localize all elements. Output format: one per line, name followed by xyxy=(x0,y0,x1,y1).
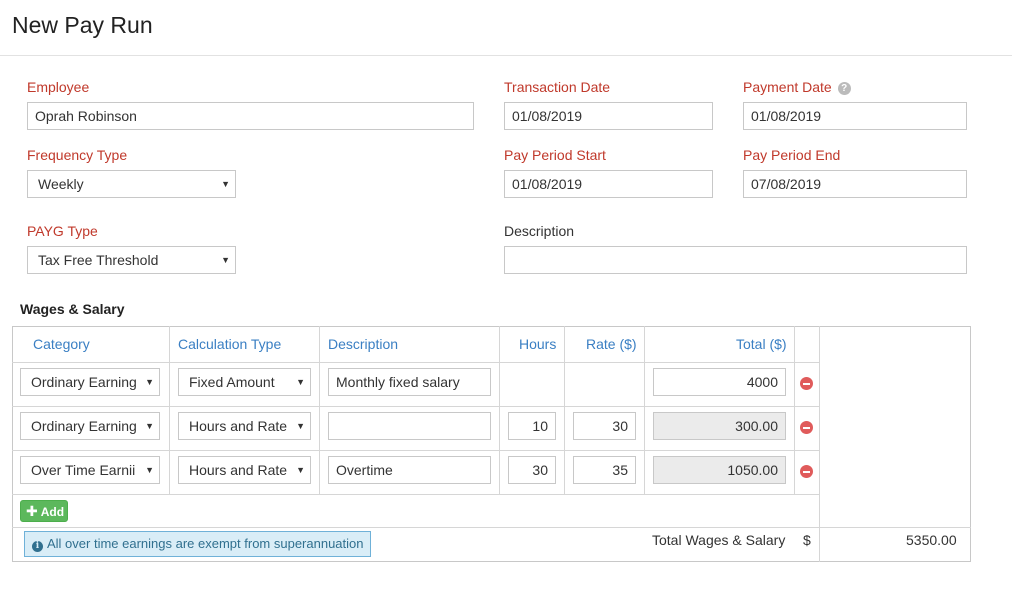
row-divider xyxy=(12,362,820,363)
column-header-hours: Hours xyxy=(519,336,557,352)
frequency-type-label: Frequency Type xyxy=(27,147,128,163)
total-readonly: 1050.00 xyxy=(653,456,786,484)
chevron-down-icon: ▼ xyxy=(296,465,305,475)
wages-section-title: Wages & Salary xyxy=(20,301,125,317)
calculation-type-value: Hours and Rate xyxy=(189,462,288,478)
payg-type-value: Tax Free Threshold xyxy=(38,252,159,268)
minus-circle-icon[interactable] xyxy=(800,421,813,434)
frequency-type-value: Weekly xyxy=(38,176,84,192)
info-circle-icon: i xyxy=(32,541,43,552)
chevron-down-icon: ▼ xyxy=(145,421,154,431)
table-border-bottom xyxy=(12,561,971,562)
pay-period-start-label: Pay Period Start xyxy=(504,147,606,163)
payg-type-select[interactable]: Tax Free Threshold ▼ xyxy=(27,246,236,274)
question-circle-icon[interactable]: ? xyxy=(837,82,851,95)
pay-period-start-input[interactable]: 01/08/2019 xyxy=(504,170,713,198)
total-readonly: 300.00 xyxy=(653,412,786,440)
calculation-type-value: Fixed Amount xyxy=(189,374,275,390)
category-value: Over Time Earnii xyxy=(31,462,136,478)
row-description-input[interactable]: Overtime xyxy=(328,456,491,484)
title-divider xyxy=(0,55,1012,56)
add-row-button[interactable]: ✚ Add xyxy=(20,500,68,522)
payment-date-input[interactable]: 01/08/2019 xyxy=(743,102,967,130)
row-divider xyxy=(12,494,820,495)
col-divider xyxy=(794,326,795,494)
row-divider xyxy=(12,406,820,407)
col-divider xyxy=(169,326,170,494)
payg-type-label: PAYG Type xyxy=(27,223,98,239)
col-divider xyxy=(319,326,320,494)
info-text: All over time earnings are exempt from s… xyxy=(47,536,364,551)
total-input[interactable]: 4000 xyxy=(653,368,786,396)
pay-period-end-label: Pay Period End xyxy=(743,147,841,163)
chevron-down-icon: ▼ xyxy=(296,377,305,387)
category-value: Ordinary Earning xyxy=(31,418,137,434)
column-header-rate: Rate ($) xyxy=(586,336,637,352)
minus-circle-icon[interactable] xyxy=(800,465,813,478)
col-divider xyxy=(819,326,820,562)
total-wages-label: Total Wages & Salary xyxy=(652,532,786,548)
wages-table: Category Calculation Type Description Ho… xyxy=(12,326,971,562)
category-select[interactable]: Ordinary Earning ▼ xyxy=(20,412,160,440)
currency-symbol: $ xyxy=(803,532,811,548)
category-select[interactable]: Ordinary Earning ▼ xyxy=(20,368,160,396)
calculation-type-value: Hours and Rate xyxy=(189,418,288,434)
row-divider xyxy=(12,450,820,451)
rate-input[interactable]: 30 xyxy=(573,412,636,440)
row-divider xyxy=(12,527,971,528)
category-select[interactable]: Over Time Earnii ▼ xyxy=(20,456,160,484)
row-description-input[interactable]: Monthly fixed salary xyxy=(328,368,491,396)
transaction-date-label: Transaction Date xyxy=(504,79,611,95)
plus-icon: ✚ xyxy=(26,503,38,519)
description-input[interactable] xyxy=(504,246,967,274)
hours-input[interactable]: 30 xyxy=(508,456,556,484)
category-value: Ordinary Earning xyxy=(31,374,137,390)
column-header-description: Description xyxy=(328,336,399,352)
payment-date-label: Payment Date? xyxy=(743,79,851,95)
calculation-type-select[interactable]: Hours and Rate ▼ xyxy=(178,456,311,484)
superannuation-info-alert: i All over time earnings are exempt from … xyxy=(24,531,371,557)
column-header-calculation-type: Calculation Type xyxy=(178,336,282,352)
table-border-top xyxy=(12,326,971,327)
description-label: Description xyxy=(504,223,575,239)
minus-circle-icon[interactable] xyxy=(800,377,813,390)
row-description-input[interactable] xyxy=(328,412,491,440)
col-divider xyxy=(564,326,565,494)
chevron-down-icon: ▼ xyxy=(221,179,230,189)
chevron-down-icon: ▼ xyxy=(296,421,305,431)
calculation-type-select[interactable]: Fixed Amount ▼ xyxy=(178,368,311,396)
column-header-total: Total ($) xyxy=(736,336,787,352)
transaction-date-input[interactable]: 01/08/2019 xyxy=(504,102,713,130)
col-divider xyxy=(499,326,500,494)
payment-date-label-text: Payment Date xyxy=(743,79,832,95)
employee-input[interactable]: Oprah Robinson xyxy=(27,102,474,130)
rate-input[interactable]: 35 xyxy=(573,456,636,484)
chevron-down-icon: ▼ xyxy=(145,465,154,475)
employee-label: Employee xyxy=(27,79,90,95)
total-wages-value: 5350.00 xyxy=(906,532,957,548)
frequency-type-select[interactable]: Weekly ▼ xyxy=(27,170,236,198)
chevron-down-icon: ▼ xyxy=(145,377,154,387)
chevron-down-icon: ▼ xyxy=(221,255,230,265)
column-header-category: Category xyxy=(33,336,90,352)
calculation-type-select[interactable]: Hours and Rate ▼ xyxy=(178,412,311,440)
pay-period-end-input[interactable]: 07/08/2019 xyxy=(743,170,967,198)
add-label: Add xyxy=(40,505,65,519)
col-divider xyxy=(644,326,645,494)
page-title: New Pay Run xyxy=(12,12,153,38)
hours-input[interactable]: 10 xyxy=(508,412,556,440)
